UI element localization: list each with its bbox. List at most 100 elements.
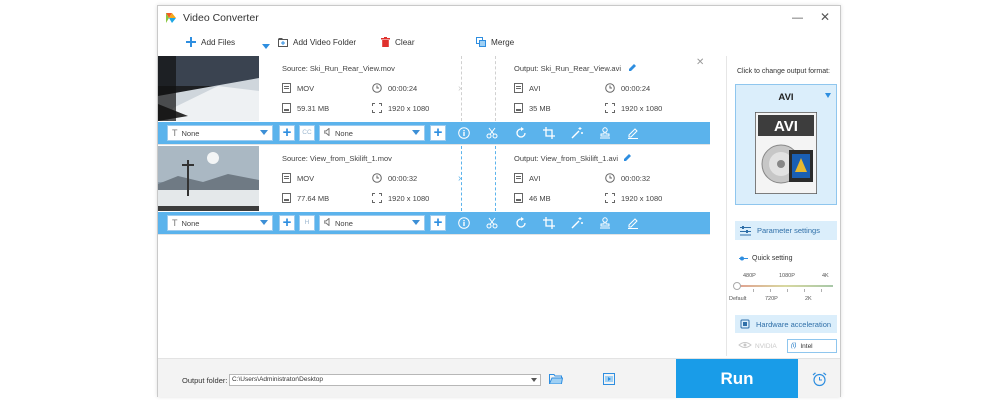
preview-output-icon[interactable]	[603, 373, 615, 387]
video-thumbnail[interactable]	[158, 56, 259, 121]
add-audio-button[interactable]: +	[430, 125, 446, 141]
output-duration: 00:00:32	[605, 173, 650, 183]
edit-output-name-icon[interactable]	[628, 63, 637, 74]
window-title: Video Converter	[183, 12, 259, 24]
plus-icon	[186, 37, 196, 47]
quality-label-720p: 720P	[765, 296, 778, 302]
output-format-panel: Click to change output format: AVI AVI P…	[726, 56, 840, 356]
edit-pen-icon[interactable]	[626, 216, 640, 230]
filesize-icon	[514, 103, 523, 113]
gpu-nvidia-option[interactable]: NVIDIA	[735, 339, 783, 353]
chevron-down-icon	[412, 130, 420, 135]
gpu-nvidia-label: NVIDIA	[755, 342, 777, 350]
effects-wand-icon[interactable]	[570, 126, 584, 140]
output-title: Output: Ski_Run_Rear_View.avi	[514, 64, 622, 73]
rotate-icon[interactable]	[514, 126, 528, 140]
clear-button[interactable]: Clear	[381, 37, 415, 47]
rotate-icon[interactable]	[514, 216, 528, 230]
crop-icon[interactable]	[542, 126, 556, 140]
audio-value: None	[335, 128, 353, 138]
parameter-settings-button[interactable]: Parameter settings	[735, 221, 837, 240]
quality-tick	[787, 289, 788, 292]
remove-task-button[interactable]: ✕	[696, 57, 704, 68]
subtitle-toggle-button[interactable]: CC	[299, 125, 315, 141]
task-item[interactable]: Source: Ski_Run_Rear_View.mov MOV 00:00:…	[158, 56, 710, 145]
close-button[interactable]: ✕	[820, 10, 830, 24]
merge-label: Merge	[491, 37, 515, 47]
add-subtitle-button[interactable]: +	[279, 125, 295, 141]
source-size: 77.64 MB	[282, 193, 329, 203]
slider-icon	[739, 256, 748, 261]
add-audio-button[interactable]: +	[430, 215, 446, 231]
output-resolution-value: 1920 x 1080	[621, 193, 663, 203]
scissors-icon[interactable]	[485, 126, 499, 140]
quality-tick	[753, 289, 754, 292]
watermark-stamp-icon[interactable]	[598, 216, 612, 230]
chip-icon	[740, 319, 750, 329]
source-resolution: 1920 x 1080	[372, 193, 429, 203]
subtitle-value: None	[181, 218, 200, 228]
subtitle-dropdown[interactable]: T None	[167, 125, 273, 141]
nvidia-logo-icon	[738, 341, 752, 351]
output-format-value: AVI	[529, 173, 541, 183]
crop-icon[interactable]	[542, 216, 556, 230]
audio-dropdown[interactable]: None	[319, 215, 425, 231]
scissors-icon[interactable]	[485, 216, 499, 230]
source-duration: 00:00:24	[372, 83, 417, 93]
filesize-icon	[514, 193, 523, 203]
add-video-folder-button[interactable]: Add Video Folder	[278, 37, 356, 47]
source-title: Source: View_from_Skilift_1.mov	[282, 154, 392, 163]
source-resolution: 1920 x 1080	[372, 103, 429, 113]
quality-label-4k: 4K	[822, 273, 829, 279]
app-logo-icon	[166, 13, 176, 23]
watermark-stamp-icon[interactable]	[598, 126, 612, 140]
merge-button[interactable]: Merge	[476, 37, 514, 47]
quick-setting-label: Quick setting	[739, 255, 792, 262]
output-duration: 00:00:24	[605, 83, 650, 93]
avi-format-icon: AVI	[755, 112, 817, 194]
video-thumbnail[interactable]	[158, 146, 259, 211]
chevron-down-icon	[825, 93, 831, 98]
minimize-button[interactable]: —	[792, 12, 803, 24]
add-subtitle-button[interactable]: +	[279, 215, 295, 231]
add-files-dropdown[interactable]	[262, 42, 270, 51]
edit-output-name-icon[interactable]	[623, 153, 632, 164]
subtitle-toggle-button[interactable]: H	[299, 215, 315, 231]
quality-slider-track[interactable]	[737, 285, 833, 287]
open-folder-icon[interactable]	[549, 373, 564, 386]
output-size-value: 46 MB	[529, 193, 551, 203]
chevron-down-icon	[262, 42, 270, 51]
source-resolution-value: 1920 x 1080	[388, 103, 430, 113]
gpu-intel-option[interactable]: (i) Intel	[787, 339, 837, 353]
gpu-intel-label: Intel	[800, 342, 813, 350]
output-duration-value: 00:00:24	[621, 83, 651, 93]
source-format: MOV	[282, 83, 314, 93]
subtitle-dropdown[interactable]: T None	[167, 215, 273, 231]
info-icon[interactable]	[457, 216, 471, 230]
quality-slider-handle[interactable]	[733, 282, 741, 290]
run-button[interactable]: Run	[676, 359, 798, 398]
hardware-acceleration-button[interactable]: Hardware acceleration	[735, 315, 837, 333]
edit-toolbar: T None + H None +	[158, 212, 710, 234]
info-icon[interactable]	[457, 126, 471, 140]
source-size-value: 77.64 MB	[297, 193, 330, 203]
output-resolution-value: 1920 x 1080	[621, 103, 663, 113]
source-duration: 00:00:32	[372, 173, 417, 183]
task-item[interactable]: Source: View_from_Skilift_1.mov MOV 00:0…	[158, 146, 710, 235]
alarm-clock-icon[interactable]	[812, 372, 827, 389]
source-duration-value: 00:00:32	[388, 173, 418, 183]
resolution-icon	[372, 103, 382, 113]
text-icon: T	[172, 128, 178, 138]
text-icon: T	[172, 218, 178, 228]
clock-icon	[372, 83, 382, 93]
file-icon	[514, 173, 523, 183]
edit-pen-icon[interactable]	[626, 126, 640, 140]
add-files-button[interactable]: Add Files	[186, 37, 235, 47]
output-format-selector[interactable]: AVI AVI	[735, 84, 837, 205]
hardware-acceleration-label: Hardware acceleration	[756, 319, 832, 329]
resolution-icon	[372, 193, 382, 203]
audio-dropdown[interactable]: None	[319, 125, 425, 141]
output-folder-input[interactable]: C:\Users\Administrator\Desktop	[229, 374, 541, 386]
effects-wand-icon[interactable]	[570, 216, 584, 230]
sliders-icon	[740, 225, 751, 236]
